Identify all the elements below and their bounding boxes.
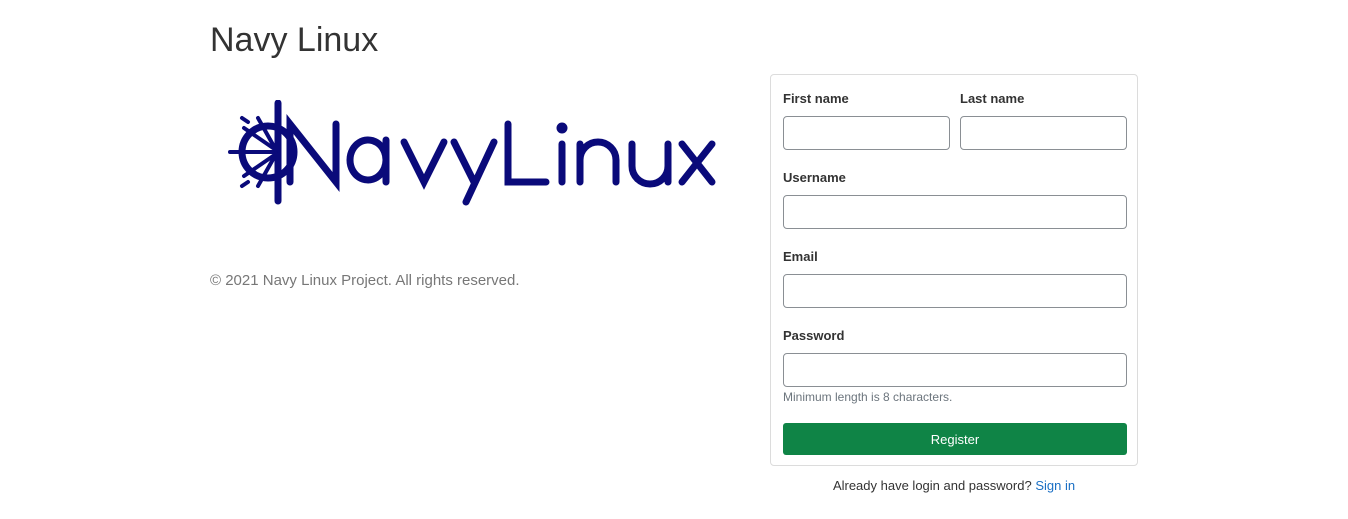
signin-row: Already have login and password? Sign in [770, 478, 1138, 493]
username-label: Username [783, 170, 846, 185]
username-input[interactable] [783, 195, 1127, 229]
signin-prompt: Already have login and password? [832, 478, 1032, 493]
signin-link[interactable]: Sign in [1035, 478, 1075, 493]
password-help-text: Minimum length is 8 characters. [783, 390, 953, 404]
register-button[interactable]: Register [783, 423, 1127, 455]
navy-linux-logo [228, 99, 718, 206]
email-input[interactable] [783, 274, 1127, 308]
password-label: Password [783, 328, 845, 343]
registration-form: First name Last name Username Email Pass… [770, 74, 1138, 466]
password-input[interactable] [783, 353, 1127, 387]
last-name-label: Last name [960, 91, 1025, 106]
first-name-input[interactable] [783, 116, 950, 150]
ship-wheel-logo-icon [228, 99, 716, 206]
first-name-label: First name [783, 91, 849, 106]
page-title: Navy Linux [210, 21, 379, 59]
last-name-input[interactable] [960, 116, 1127, 150]
email-label: Email [783, 249, 818, 264]
copyright-text: © 2021 Navy Linux Project. All rights re… [210, 272, 520, 289]
